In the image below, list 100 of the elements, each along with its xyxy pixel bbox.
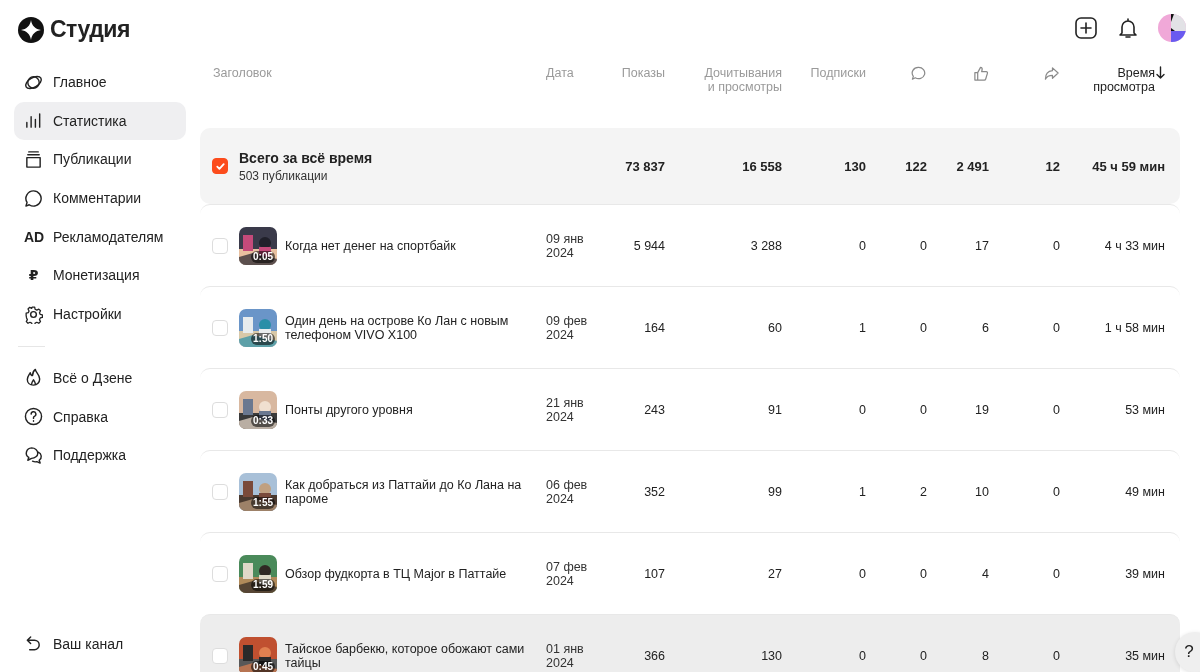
publication-title[interactable]: Тайское барбекю, которое обожают сами тайцы	[285, 641, 546, 670]
table-cell: 3 288	[750, 238, 782, 253]
sort-arrow-icon	[1156, 66, 1165, 79]
table-row[interactable]: 1:55 Как добраться из Паттайи до Ко Лана на пароме 06 фев 2024 352 99 1 2 10 0 49 мин	[200, 450, 1180, 532]
total-title: Всего за всё время	[239, 149, 374, 166]
flame-icon	[24, 368, 43, 388]
sidebar-item[interactable]: Поддержка	[14, 436, 186, 475]
publication-title[interactable]: Как добраться из Паттайи до Ко Лана на пароме	[285, 477, 546, 506]
channel-link[interactable]: Ваш канал	[14, 625, 186, 664]
bell-icon[interactable]	[1116, 16, 1140, 40]
sidebar-item[interactable]: Статистика	[14, 101, 186, 140]
table-cell: 17	[975, 238, 989, 253]
sidebar-item[interactable]: Публикации	[14, 140, 186, 179]
add-icon[interactable]	[1074, 16, 1098, 40]
share-arrow-icon[interactable]	[1044, 66, 1060, 82]
table-cell: 45 ч 59 мин	[1092, 158, 1165, 174]
table-cell: 130	[844, 158, 866, 174]
logo-icon	[18, 16, 44, 43]
table-cell: 4	[982, 566, 989, 581]
publication-title[interactable]: Один день на острове Ко Лан с новым телефоном VIVO X100	[285, 313, 546, 342]
duration-badge: 0:05	[251, 250, 275, 263]
table-cell: 6	[982, 320, 989, 335]
table-cell: 352	[644, 484, 665, 499]
avatar[interactable]	[1158, 14, 1186, 42]
table-row[interactable]: 0:05 Когда нет денег на спортбайк 09 янв 2024 5 944 3 288 0 0 17 0 4 ч 33 мин	[200, 204, 1180, 286]
sidebar-item[interactable]: Всё о Дзене	[14, 358, 186, 397]
table-cell: 0	[920, 402, 927, 417]
sidebar-item[interactable]: Комментарии	[14, 179, 186, 218]
publication-title[interactable]: Обзор фудкорта в ТЦ Major в Паттайе	[285, 566, 546, 581]
table-cell: 10	[975, 484, 989, 499]
table-cell: 2 491	[956, 158, 989, 174]
table-cell: 0	[859, 402, 866, 417]
sidebar-item[interactable]: Справка	[14, 397, 186, 436]
sidebar-item[interactable]: ₽ Монетизация	[14, 256, 186, 295]
table-cell: 5 944	[633, 238, 665, 253]
table-cell: 130	[761, 648, 782, 663]
table-cell: 0	[859, 648, 866, 663]
sidebar-item[interactable]: Главное	[14, 63, 186, 101]
table-cell: 27	[768, 566, 782, 581]
table-cell: 1	[859, 320, 866, 335]
table-cell: 8	[982, 648, 989, 663]
table-cell: 16 558	[742, 158, 782, 174]
table-cell: 53 мин	[1125, 402, 1165, 417]
table-cell: 99	[768, 484, 782, 499]
table-cell: 243	[644, 402, 665, 417]
sidebar-item-icon: AD	[24, 228, 43, 245]
table-cell-text: 01 янв 2024	[546, 641, 585, 670]
table-cell: 0	[1053, 648, 1060, 663]
table-cell: 49 мин	[1125, 484, 1165, 499]
sidebar-item[interactable]: Настройки	[14, 295, 186, 334]
comment-icon[interactable]	[911, 66, 927, 82]
speech-bubble-icon	[24, 188, 43, 208]
table-cell: 12	[1045, 158, 1060, 174]
publication-title[interactable]: Когда нет денег на спортбайк	[285, 238, 546, 253]
duration-badge: 1:50	[251, 332, 275, 345]
column-header[interactable]: Время просмотра	[1093, 66, 1165, 94]
checkmark-icon	[214, 160, 226, 172]
table-cell: 73 837	[625, 158, 665, 174]
table-cell: 0	[1053, 320, 1060, 335]
table-cell: 107	[644, 566, 665, 581]
table-cell: 366	[644, 648, 665, 663]
table-cell: 0	[859, 566, 866, 581]
table-cell: 0	[920, 238, 927, 253]
checkbox[interactable]	[212, 158, 228, 174]
settings-icon	[24, 304, 43, 324]
table-cell-text: 21 янв 2024	[546, 395, 585, 424]
table-row[interactable]: 1:50 Один день на острове Ко Лан с новым телефоном VIVO X100 09 фев 2024 164 60 1 0 6 0 1 ч 58 мин	[200, 286, 1180, 368]
table-cell: 60	[768, 320, 782, 335]
logo-text: Студия	[50, 16, 130, 43]
table-cell: 0	[1053, 238, 1060, 253]
stack-icon	[24, 149, 43, 169]
publication-count: 503 публикации	[239, 168, 329, 183]
table-cell-text: 09 фев 2024	[546, 313, 589, 342]
table-cell: 19	[975, 402, 989, 417]
sidebar-item[interactable]: AD Рекламодателям	[14, 217, 186, 256]
table-cell: 0	[1053, 566, 1060, 581]
table-row[interactable]: 0:33 Понты другого уровня 21 янв 2024 243 91 0 0 19 0 53 мин	[200, 368, 1180, 450]
table-cell: 0	[920, 648, 927, 663]
help-icon	[24, 407, 43, 426]
sidebar-item-icon: ₽	[24, 267, 43, 284]
duration-badge: 0:45	[251, 660, 275, 672]
table-cell: 0	[920, 566, 927, 581]
table-row[interactable]: 0:45 Тайское барбекю, которое обожают сами тайцы 01 янв 2024 366 130 0 0 8 0 35 мин	[200, 614, 1180, 672]
table-cell: 91	[768, 402, 782, 417]
table-cell: 0	[1053, 402, 1060, 417]
table-cell: 35 мин	[1125, 648, 1165, 663]
table-cell: 164	[644, 320, 665, 335]
table-cell-text: 06 фев 2024	[546, 477, 589, 506]
table-cell: 39 мин	[1125, 566, 1165, 581]
table-cell-text: 07 фев 2024	[546, 559, 589, 588]
duration-badge: 1:55	[251, 496, 275, 509]
bar-chart-icon	[24, 111, 43, 131]
speech-bubbles-icon	[24, 445, 43, 465]
table-cell: 0	[1053, 484, 1060, 499]
table-cell: 0	[859, 238, 866, 253]
table-cell: 4 ч 33 мин	[1104, 238, 1165, 253]
table-cell-text: 09 янв 2024	[546, 231, 585, 260]
table-cell: 0	[920, 320, 927, 335]
thumbs-up-icon[interactable]	[973, 66, 989, 82]
publication-title[interactable]: Понты другого уровня	[285, 402, 546, 417]
